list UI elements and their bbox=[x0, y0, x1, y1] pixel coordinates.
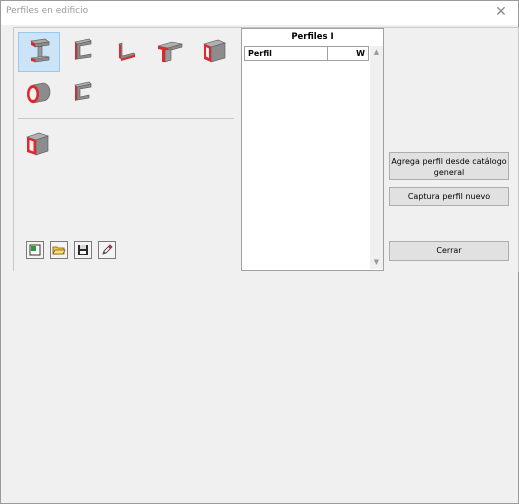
tee-profile-icon[interactable] bbox=[150, 32, 192, 72]
open-folder-icon bbox=[52, 246, 66, 255]
rectangular-tube-profile-icon[interactable] bbox=[194, 32, 236, 72]
save-disk-icon bbox=[78, 245, 88, 255]
column-header-perfil[interactable]: Perfil bbox=[248, 49, 272, 58]
close-button[interactable]: Cerrar bbox=[389, 241, 509, 261]
window-title: Perfiles en edificio bbox=[6, 6, 89, 16]
top-panel: Perfiles I Perfil W ▲ ▼ Agrega perfil de… bbox=[13, 27, 519, 272]
channel-profile-icon[interactable] bbox=[62, 32, 104, 72]
open-button[interactable] bbox=[50, 241, 68, 259]
edit-pencil-icon bbox=[102, 244, 113, 255]
scroll-up-icon[interactable]: ▲ bbox=[370, 46, 383, 59]
column-divider[interactable] bbox=[327, 47, 328, 60]
scroll-down-icon[interactable]: ▼ bbox=[370, 256, 383, 269]
list-header: Perfil W bbox=[244, 46, 369, 61]
list-title: Perfiles I bbox=[291, 32, 334, 42]
new-icon bbox=[29, 244, 41, 256]
circular-tube-profile-icon[interactable] bbox=[18, 74, 60, 114]
zee-profile-icon[interactable] bbox=[62, 74, 104, 114]
actions-panel: Agrega perfil desde catálogo general Cap… bbox=[386, 28, 518, 271]
i-beam-profile-icon[interactable] bbox=[18, 32, 60, 72]
angle-profile-icon[interactable] bbox=[106, 32, 148, 72]
capture-new-profile-button[interactable]: Captura perfil nuevo bbox=[389, 187, 509, 206]
bottom-area bbox=[1, 271, 518, 503]
edit-button[interactable] bbox=[98, 241, 116, 259]
list-scrollbar[interactable]: ▲ ▼ bbox=[370, 46, 383, 269]
profiles-list-panel[interactable]: Perfiles I Perfil W ▲ ▼ bbox=[241, 28, 384, 271]
dialog-window: Perfiles en edificio ✕ Perfiles I Perfil… bbox=[0, 0, 519, 504]
client-area: Perfiles I Perfil W ▲ ▼ Agrega perfil de… bbox=[1, 25, 519, 503]
box-section-profile-icon[interactable] bbox=[18, 124, 60, 164]
profile-palette bbox=[14, 28, 238, 271]
save-button[interactable] bbox=[74, 241, 92, 259]
column-header-w[interactable]: W bbox=[356, 49, 365, 58]
palette-separator bbox=[18, 118, 234, 119]
close-icon[interactable]: ✕ bbox=[492, 3, 510, 21]
title-bar: Perfiles en edificio ✕ bbox=[1, 1, 518, 25]
new-button[interactable] bbox=[26, 241, 44, 259]
add-from-catalog-button[interactable]: Agrega perfil desde catálogo general bbox=[389, 152, 509, 180]
